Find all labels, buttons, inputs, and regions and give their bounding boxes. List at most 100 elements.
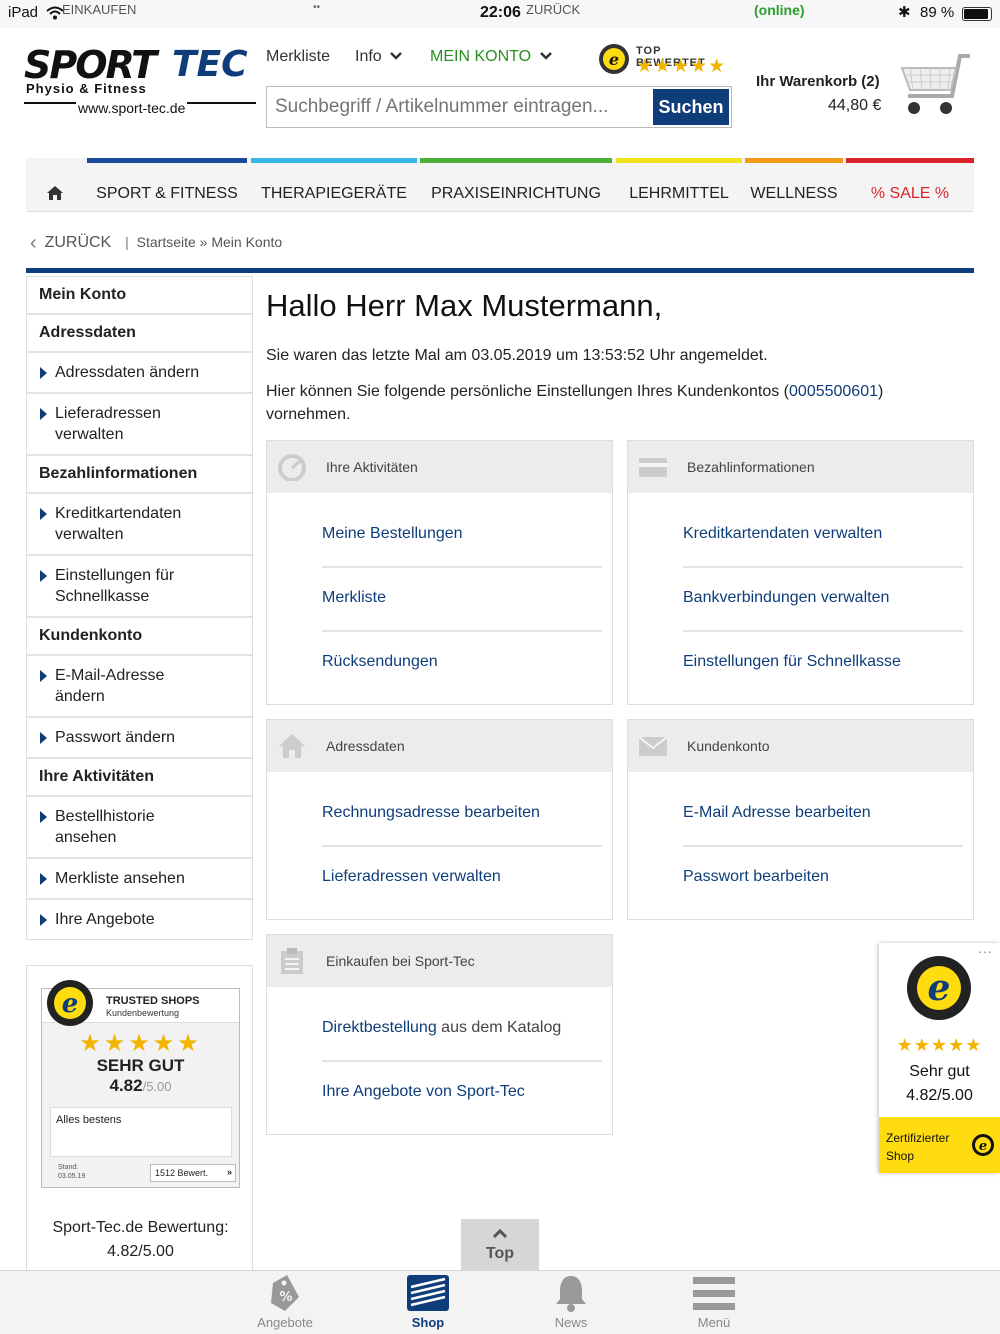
credit-card-icon [639,458,667,477]
card-adressdaten: Adressdaten Rechnungsadresse bearbeiten … [266,719,613,920]
page-title: Hallo Herr Max Mustermann, [266,288,663,323]
search-button[interactable]: Suchen [653,89,729,125]
triangle-right-icon [40,914,47,926]
card-title: Kundenkonto [687,738,770,754]
scroll-top-button[interactable]: Top [461,1219,539,1271]
intro-text: Hier können Sie folgende persönliche Ein… [266,383,884,423]
bell-icon [556,1276,586,1312]
breadcrumb: ‹ ZURÜCK | Startseite » Mein Konto [30,232,283,254]
sidebar-item-merkliste[interactable]: Merkliste ansehen [27,859,252,900]
trusted-shops-badge[interactable]: ··· e ★★★★★ Sehr gut 4.82/5.00 Zertifizi… [879,943,1000,1173]
trusted-shops-rating-card[interactable]: e TRUSTED SHOPS Kundenbewertung ★★★★★ SE… [41,980,240,1188]
triangle-right-icon [40,811,47,823]
nav-praxiseinrichtung[interactable]: PRAXISEINRICHTUNG [420,158,612,212]
battery-icon [962,7,992,21]
sidebar-title[interactable]: Mein Konto [27,277,252,315]
sidebar-item-lieferadressen[interactable]: Lieferadressen verwalten [27,394,252,456]
nav-home[interactable] [26,158,84,212]
sport-tec-logo[interactable]: SPORT TEC Physio & Fitness www.sport-tec… [24,44,256,120]
link-direktbestellung[interactable]: Direktbestellung [322,1019,437,1036]
tab-shop[interactable]: Shop [368,1271,488,1334]
ts-comment: Alles bestens [50,1107,232,1157]
card-bezahlinformationen: Bezahlinformationen Kreditkartendaten ve… [627,440,974,705]
cart-total: 44,80 € [828,97,882,114]
link-ruecksendungen[interactable]: Rücksendungen [322,653,602,671]
account-number-link[interactable]: 0005500601 [789,383,878,400]
clipboard-icon [281,948,303,974]
link-rechnungsadresse[interactable]: Rechnungsadresse bearbeiten [322,804,602,822]
triangle-right-icon [40,670,47,682]
card-title: Ihre Aktivitäten [326,459,418,475]
link-lieferadressen[interactable]: Lieferadressen verwalten [322,868,602,886]
link-email-bearbeiten[interactable]: E-Mail Adresse bearbeiten [683,804,963,822]
svg-text:e: e [979,1139,987,1154]
nav-therapiegeraete[interactable]: THERAPIEGERÄTE [251,158,417,212]
sidebar-head-kundenkonto[interactable]: Kundenkonto [27,618,252,656]
sidebar-item-email-aendern[interactable]: E-Mail-Adresse ändern [27,656,252,718]
more-icon[interactable]: ··· [978,943,992,959]
chevron-up-icon [492,1229,508,1239]
nav-sport-fitness[interactable]: SPORT & FITNESS [87,158,247,212]
tab-news[interactable]: News [511,1271,631,1334]
back-link[interactable]: ZURÜCK [45,234,112,251]
status-bar: iPad EINKAUFEN •• 22:06 ZURÜCK (online) … [0,0,1000,28]
ts-rating-text: SEHR GUT [96,1056,185,1075]
chevron-down-icon [539,52,552,60]
envelope-icon [638,736,668,756]
card-kundenkonto: Kundenkonto E-Mail Adresse bearbeiten Pa… [627,719,974,920]
sidebar-item-adressdaten-aendern[interactable]: Adressdaten ändern [27,353,252,394]
logo-url: www.sport-tec.de [76,100,188,116]
account-sidebar: Mein Konto Adressdaten Adressdaten änder… [26,276,253,940]
link-bankverbindungen[interactable]: Bankverbindungen verwalten [683,589,963,607]
nav-sale[interactable]: % SALE % [846,158,974,212]
merkliste-link[interactable]: Merkliste [266,48,330,66]
sidebar-item-angebote[interactable]: Ihre Angebote [27,900,252,939]
ts-stand: Stand: 03.05.19 [58,1164,86,1180]
bottom-tab-bar: % Angebote Shop News Menü [0,1270,1000,1334]
search-input[interactable] [275,93,655,121]
link-ihre-angebote[interactable]: Ihre Angebote von Sport-Tec [322,1083,602,1101]
breadcrumb-path[interactable]: Startseite » Mein Konto [137,234,283,250]
double-chevron-right-icon: » [226,1167,232,1177]
ts-rating-text: Sehr gut [909,1063,970,1080]
shopping-cart-icon[interactable] [896,50,976,122]
nav-lehrmittel[interactable]: LEHRMITTEL [616,158,742,212]
ts-score-max: /5.00 [142,1079,172,1094]
card-aktivitaeten: Ihre Aktivitäten Meine Bestellungen Merk… [266,440,613,705]
sidebar-item-bestellhistorie[interactable]: Bestellhistorie ansehen [27,797,252,859]
mein-konto-menu[interactable]: MEIN KONTO [430,48,553,66]
sidebar-item-passwort-aendern[interactable]: Passwort ändern [27,718,252,759]
chevron-left-icon: ‹ [30,232,37,254]
back-label[interactable]: ZURÜCK [526,2,580,17]
online-status: (online) [754,2,805,18]
tab-angebote[interactable]: % Angebote [225,1271,345,1334]
home-icon [47,186,63,200]
speedometer-icon [278,454,306,481]
link-merkliste[interactable]: Merkliste [322,589,602,607]
cart-label[interactable]: Ihr Warenkorb (2) [756,73,880,90]
sidebar-head-adressdaten[interactable]: Adressdaten [27,315,252,353]
svg-text:e: e [609,50,619,69]
top-bewertet-badge[interactable]: e TOP BEWERTET ★★★★★ [598,43,734,77]
sidebar-item-kreditkartendaten[interactable]: Kreditkartendaten verwalten [27,494,252,556]
link-kreditkartendaten[interactable]: Kreditkartendaten verwalten [683,525,963,543]
sidebar-item-schnellkasse[interactable]: Einstellungen für Schnellkasse [27,556,252,618]
back-to-app-label[interactable]: EINKAUFEN [62,2,136,17]
sidebar-head-bezahlinformationen[interactable]: Bezahlinformationen [27,456,252,494]
sidebar-head-aktivitaeten[interactable]: Ihre Aktivitäten [27,759,252,797]
triangle-right-icon [40,508,47,520]
triangle-right-icon [40,732,47,744]
nav-wellness[interactable]: WELLNESS [745,158,843,212]
svg-text:%: % [279,1290,292,1305]
link-schnellkasse[interactable]: Einstellungen für Schnellkasse [683,653,963,671]
info-menu[interactable]: Info [355,48,403,66]
link-meine-bestellungen[interactable]: Meine Bestellungen [322,525,602,543]
svg-text:e: e [62,989,79,1019]
link-passwort-bearbeiten[interactable]: Passwort bearbeiten [683,868,963,886]
ts-count-button[interactable]: 1512 Bewert. » [150,1164,236,1182]
triangle-right-icon [40,570,47,582]
ts-bewertung-summary: Sport-Tec.de Bewertung: 4.82/5.00 [52,1219,229,1260]
trusted-shops-widget: e TRUSTED SHOPS Kundenbewertung ★★★★★ SE… [26,965,253,1271]
tab-menue[interactable]: Menü [654,1271,774,1334]
home-icon [279,734,305,758]
